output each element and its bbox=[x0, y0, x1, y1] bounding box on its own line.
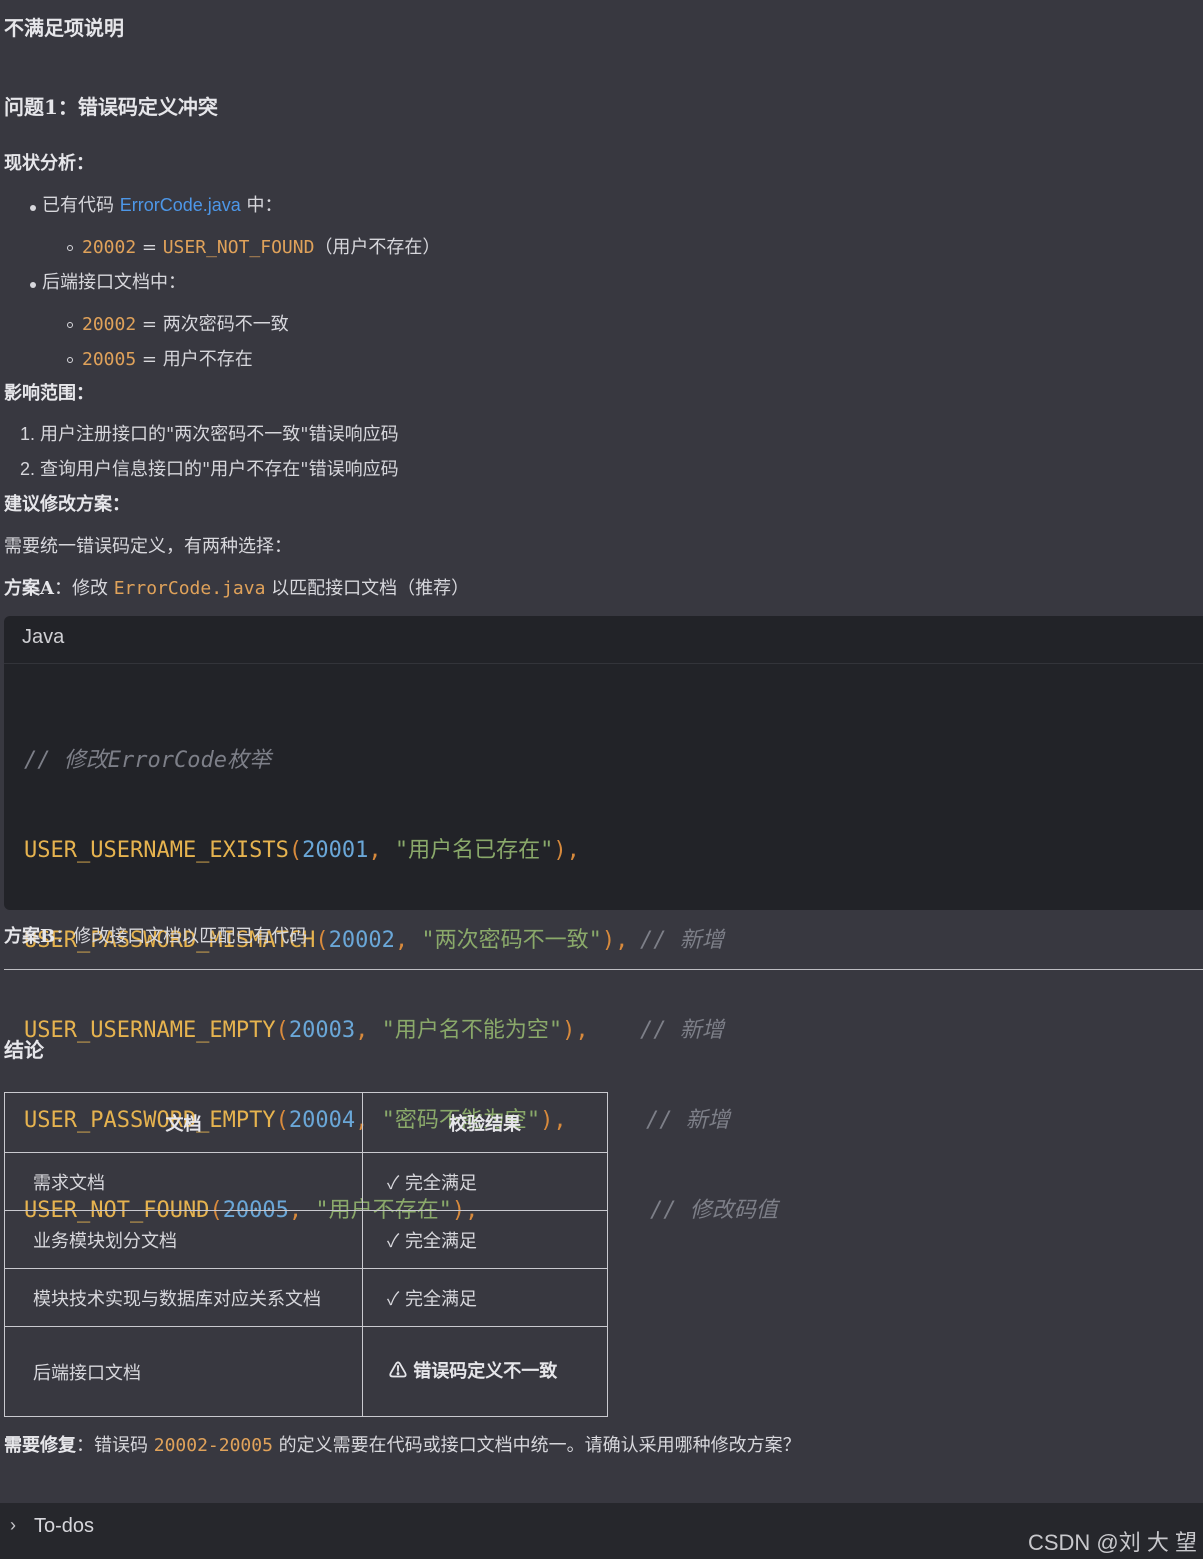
header-result: 校验结果 bbox=[362, 1092, 608, 1153]
conclusion-heading: 结论 bbox=[4, 1038, 44, 1062]
table-row: 后端接口文档 ⚠ 错误码定义不一致 bbox=[4, 1326, 608, 1417]
cell-doc: 业务模块划分文档 bbox=[4, 1210, 363, 1269]
code-item-name: USER_NOT_FOUND bbox=[162, 237, 315, 258]
impact-item: 1. 用户注册接口的"两次密码不一致"错误响应码 bbox=[20, 424, 399, 445]
status-heading: 现状分析： bbox=[4, 153, 94, 174]
doc-item-eq: = bbox=[136, 314, 163, 335]
todo-label[interactable]: To-dos bbox=[34, 1515, 94, 1538]
divider bbox=[4, 969, 1203, 970]
plan-b-line: 方案B：修改接口文档以匹配已有代码 bbox=[4, 926, 308, 947]
bullet-dot bbox=[30, 205, 36, 211]
table-row: 模块技术实现与数据库对应关系文档 ✓ 完全满足 bbox=[4, 1268, 608, 1327]
cell-doc: 需求文档 bbox=[4, 1152, 363, 1211]
doc-item-code: 20002 bbox=[82, 314, 137, 335]
result-table: 文档 校验结果 需求文档 ✓ 完全满足 业务模块划分文档 ✓ 完全满足 模块技术… bbox=[4, 1092, 608, 1417]
cell-result: ✓ 完全满足 bbox=[362, 1210, 608, 1269]
code-divider bbox=[4, 663, 1203, 664]
todo-bar[interactable]: › To-dos CSDN @刘 大 望 bbox=[0, 1503, 1203, 1559]
table-header-row: 文档 校验结果 bbox=[4, 1092, 608, 1153]
errorcode-file-link[interactable]: ErrorCode.java bbox=[120, 195, 241, 215]
code-block: Java // 修改ErrorCode枚举 USER_USERNAME_EXIS… bbox=[4, 616, 1203, 1223]
impact-item: 2. 查询用户信息接口的"用户不存在"错误响应码 bbox=[20, 459, 399, 480]
fix-codes: 20002-20005 bbox=[153, 1435, 273, 1456]
chevron-right-icon[interactable]: › bbox=[10, 1515, 16, 1536]
sub-bullet bbox=[67, 245, 73, 251]
doc-item-eq: = bbox=[136, 349, 163, 370]
header-doc: 文档 bbox=[4, 1092, 363, 1153]
plan-a-file: ErrorCode.java bbox=[113, 578, 266, 599]
existing-code-line: 已有代码 ErrorCode.java 中： bbox=[42, 191, 283, 217]
cell-doc: 后端接口文档 bbox=[4, 1326, 363, 1417]
suggest-heading: 建议修改方案： bbox=[4, 494, 130, 515]
fix-line: 需要修复：错误码 20002-20005 的定义需要在代码或接口文档中统一。请确… bbox=[4, 1435, 801, 1456]
doc-item-desc: 两次密码不一致 bbox=[162, 314, 289, 335]
sub-bullet bbox=[67, 357, 73, 363]
doc-item: 20005 = 用户不存在 bbox=[82, 345, 253, 371]
cell-doc: 模块技术实现与数据库对应关系文档 bbox=[4, 1268, 363, 1327]
code-item-code: 20002 bbox=[82, 237, 137, 258]
impact-heading: 影响范围： bbox=[4, 383, 94, 404]
doc-item-desc: 用户不存在 bbox=[162, 349, 253, 370]
table-row: 业务模块划分文档 ✓ 完全满足 bbox=[4, 1210, 608, 1269]
doc-label: 后端接口文档中： bbox=[42, 272, 186, 293]
code-item-desc: （用户不存在） bbox=[314, 237, 441, 258]
existing-code-suffix: 中： bbox=[240, 195, 283, 216]
plan-a-line: 方案A：修改 ErrorCode.java 以匹配接口文档（推荐） bbox=[4, 578, 470, 599]
code-line: USER_USERNAME_EXISTS(20001, "用户名已存在"), bbox=[24, 838, 580, 863]
code-line: USER_USERNAME_EMPTY(20003, "用户名不能为空"),//… bbox=[24, 1018, 724, 1043]
issue-title: 问题1：错误码定义冲突 bbox=[4, 95, 218, 119]
bullet-dot bbox=[30, 282, 36, 288]
code-item: 20002 = USER_NOT_FOUND（用户不存在） bbox=[82, 233, 440, 259]
fix-label: 需要修复 bbox=[4, 1435, 76, 1456]
watermark: CSDN @刘 大 望 bbox=[1027, 1530, 1197, 1555]
code-comment: // 修改ErrorCode枚举 bbox=[24, 748, 271, 773]
cell-result: ✓ 完全满足 bbox=[362, 1152, 608, 1211]
cell-result: ✓ 完全满足 bbox=[362, 1268, 608, 1327]
doc-item-code: 20005 bbox=[82, 349, 137, 370]
plan-b-label: 方案B bbox=[4, 926, 56, 947]
doc-item: 20002 = 两次密码不一致 bbox=[82, 310, 289, 336]
cell-result-warning: ⚠ 错误码定义不一致 bbox=[362, 1326, 608, 1417]
table-row: 需求文档 ✓ 完全满足 bbox=[4, 1152, 608, 1211]
plan-a-label: 方案A bbox=[4, 578, 54, 599]
page-title: 不满足项说明 bbox=[4, 16, 124, 40]
existing-code-prefix: 已有代码 bbox=[42, 195, 120, 216]
code-item-eq: = bbox=[136, 237, 163, 258]
sub-bullet bbox=[67, 322, 73, 328]
suggest-text: 需要统一错误码定义，有两种选择： bbox=[4, 536, 292, 557]
code-language-label: Java bbox=[22, 626, 65, 648]
